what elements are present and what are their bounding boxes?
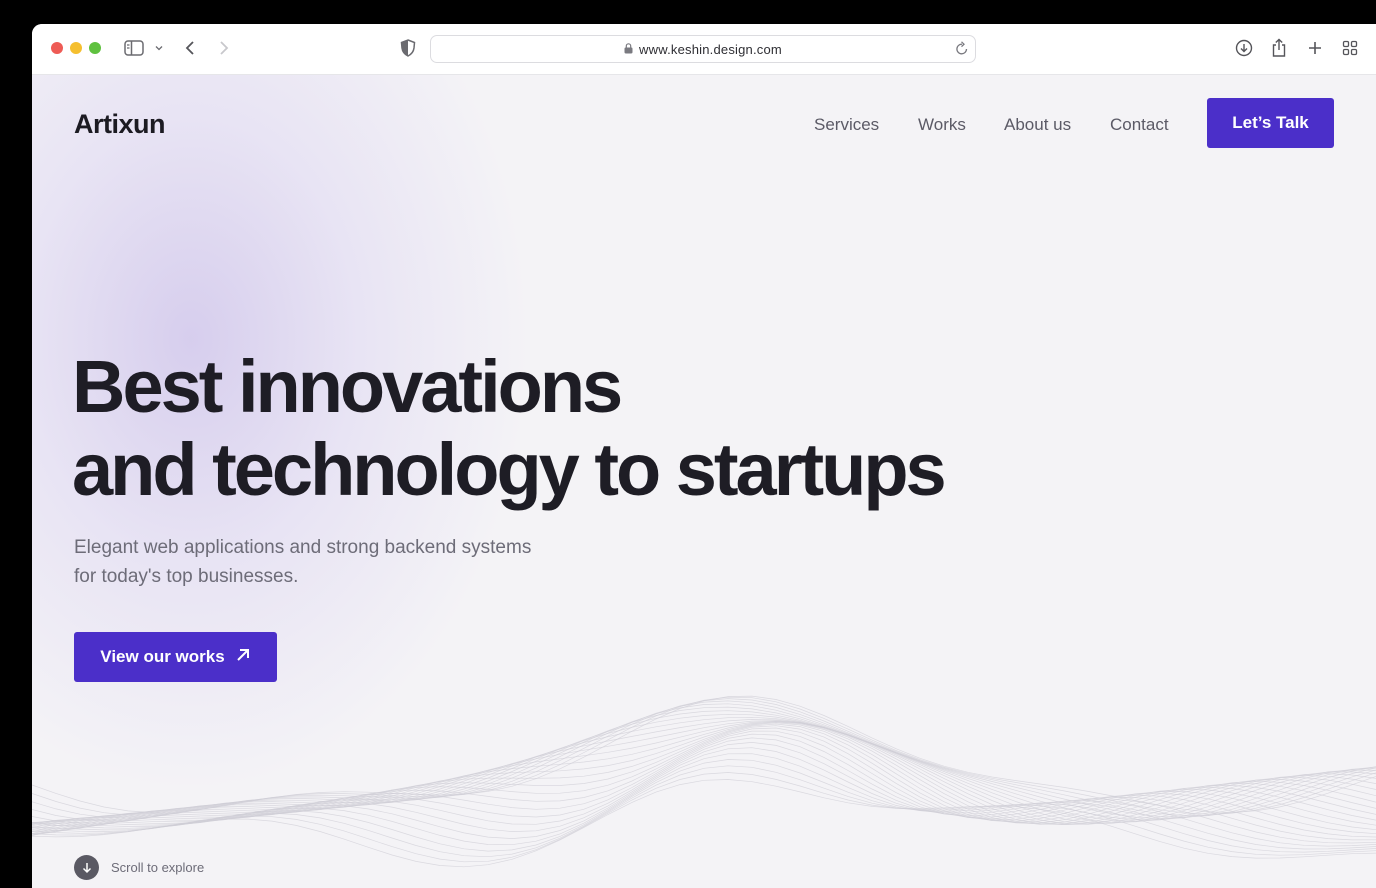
wave-line — [32, 725, 1376, 827]
wave-line — [32, 696, 1376, 816]
arrow-up-right-icon — [235, 647, 251, 668]
wave-line — [32, 703, 1376, 824]
scroll-to-explore[interactable]: Scroll to explore — [74, 855, 204, 880]
minimize-window-button[interactable] — [70, 42, 82, 54]
reload-icon[interactable] — [955, 40, 969, 59]
hero-subtitle-line-1: Elegant web applications and strong back… — [74, 537, 532, 558]
share-icon[interactable] — [1269, 37, 1289, 59]
wave-line — [32, 759, 1376, 852]
scroll-label: Scroll to explore — [111, 860, 205, 875]
wave-line — [32, 713, 1376, 832]
lock-icon — [624, 42, 633, 57]
nav-services[interactable]: Services — [814, 115, 879, 135]
arrow-down-icon — [74, 855, 99, 880]
browser-window: www.keshin.design.com Artixun Services W… — [32, 24, 1376, 888]
lets-talk-button[interactable]: Let’s Talk — [1207, 98, 1334, 148]
browser-toolbar: www.keshin.design.com — [32, 24, 1376, 75]
wave-line — [32, 753, 1376, 847]
hero-subtitle-line-2: for today's top businesses. — [74, 566, 299, 587]
sidebar-icon[interactable] — [123, 37, 145, 59]
lets-talk-label: Let’s Talk — [1232, 113, 1309, 132]
hero-subtitle: Elegant web applications and strong back… — [74, 533, 634, 591]
back-icon[interactable] — [181, 37, 199, 59]
hero-title-line-1: Best innovations — [72, 345, 623, 428]
new-tab-icon[interactable] — [1305, 37, 1325, 59]
close-window-button[interactable] — [51, 42, 63, 54]
download-icon[interactable] — [1233, 37, 1255, 59]
forward-icon[interactable] — [215, 37, 233, 59]
web-page: Artixun Services Works About us Contact … — [32, 75, 1376, 888]
hero-title-line-2: and technology to startups — [72, 428, 947, 511]
zoom-window-button[interactable] — [89, 42, 101, 54]
wave-line — [32, 710, 1376, 830]
url-text: www.keshin.design.com — [639, 41, 782, 57]
hero-title: Best innovations and technology to start… — [72, 345, 1172, 511]
nav-about-us[interactable]: About us — [1004, 115, 1071, 135]
site-logo[interactable]: Artixun — [74, 109, 166, 140]
chevron-down-icon[interactable] — [152, 37, 166, 59]
view-works-button[interactable]: View our works — [74, 632, 277, 682]
address-bar[interactable]: www.keshin.design.com — [430, 35, 976, 63]
wave-line — [32, 698, 1376, 819]
view-works-label: View our works — [100, 647, 225, 666]
shield-icon[interactable] — [398, 37, 418, 59]
tab-overview-icon[interactable] — [1340, 37, 1360, 59]
nav-works[interactable]: Works — [918, 115, 966, 135]
wave-line — [32, 737, 1376, 838]
nav-contact[interactable]: Contact — [1110, 115, 1169, 135]
